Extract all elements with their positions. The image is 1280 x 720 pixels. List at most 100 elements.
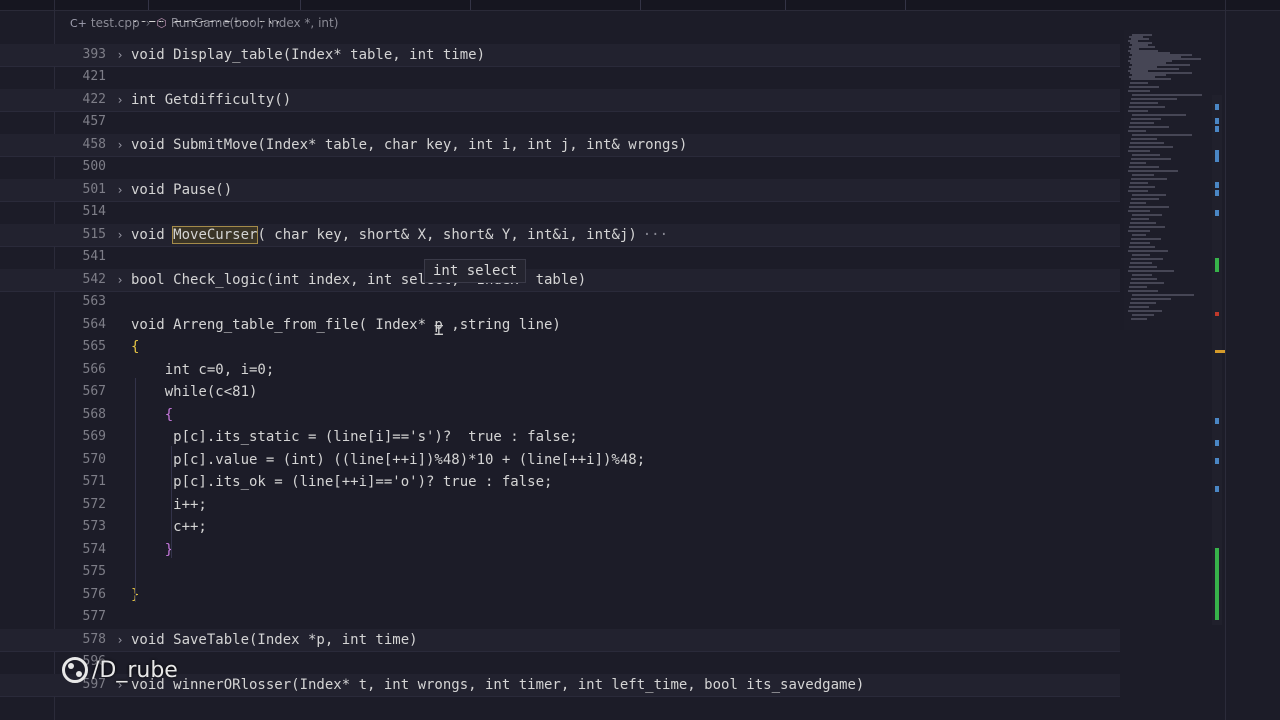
minimap-line	[1132, 94, 1202, 96]
code-text: while(c<81)	[131, 384, 258, 400]
line-number: 500	[82, 159, 106, 174]
scroll-change-marker	[1215, 548, 1219, 620]
highlighted-symbol: MoveCurser	[172, 225, 259, 244]
code-line[interactable]: 575	[0, 561, 1120, 583]
tab-separator	[640, 0, 641, 10]
minimap-line	[1130, 122, 1154, 124]
scroll-marker	[1215, 190, 1219, 196]
minimap-line	[1132, 114, 1186, 116]
minimap-line	[1131, 158, 1171, 160]
line-number: 565	[82, 339, 106, 354]
scroll-marker	[1215, 440, 1219, 446]
scroll-marker	[1215, 126, 1219, 132]
line-number: 576	[82, 586, 106, 602]
line-number: 541	[82, 249, 106, 264]
code-text: c++;	[131, 519, 207, 535]
code-line[interactable]: 565 {	[0, 336, 1120, 358]
code-text: int Getdifficulty()	[131, 91, 292, 108]
code-line[interactable]: 564 void Arreng_table_from_file( Index* p…	[0, 314, 1120, 336]
code-editor[interactable]: 392 void LeaderBoard() 393 › void Display_ta…	[0, 21, 1120, 720]
code-line[interactable]: 573 c++;	[0, 516, 1120, 538]
code-line[interactable]: 501 › void Pause()	[0, 178, 1120, 202]
code-line[interactable]: 421	[0, 66, 1120, 88]
chevron-right-icon[interactable]: ›	[114, 89, 126, 111]
code-text: p[c].value = (int) ((line[++i])%48)*10 +…	[131, 451, 646, 468]
code-line[interactable]: 570 p[c].value = (int) ((line[++i])%48)*…	[0, 449, 1120, 471]
minimap-line	[1131, 238, 1161, 240]
minimap-line	[1128, 230, 1150, 232]
chevron-right-icon[interactable]: ›	[114, 629, 126, 651]
chevron-right-icon[interactable]: ›	[114, 134, 126, 156]
tab-separator	[785, 0, 786, 10]
code-line[interactable]: 422 › int Getdifficulty()	[0, 88, 1120, 112]
code-line[interactable]: 571 p[c].its_ok = (line[++i]=='o')? true…	[0, 471, 1120, 493]
minimap-line	[1132, 234, 1146, 236]
folded-ellipsis[interactable]: ···	[643, 227, 668, 243]
code-text: void winnerORlosser(Index* t, int wrongs…	[131, 676, 865, 693]
minimap-line	[1131, 98, 1177, 100]
minimap-line	[1130, 182, 1148, 184]
chevron-right-icon[interactable]: ›	[114, 224, 126, 246]
scroll-change-marker	[1215, 258, 1219, 272]
code-line[interactable]: 572 i++;	[0, 494, 1120, 516]
minimap-line	[1129, 306, 1149, 308]
code-line[interactable]: 569 p[c].its_static = (line[i]=='s')? tr…	[0, 426, 1120, 448]
minimap-line	[1129, 286, 1147, 288]
code-line[interactable]: 500	[0, 156, 1120, 178]
code-line[interactable]: 576}	[0, 584, 1120, 606]
minimap-line	[1129, 166, 1159, 168]
minimap-line	[1129, 226, 1165, 228]
minimap[interactable]	[1124, 30, 1220, 330]
scroll-marker	[1215, 104, 1219, 110]
minimap-line	[1128, 210, 1150, 212]
watermark: /D_rube	[62, 654, 178, 686]
chevron-right-icon[interactable]: ›	[114, 269, 126, 291]
line-number: 422	[82, 91, 106, 107]
minimap-line	[1132, 214, 1162, 216]
line-number: 458	[82, 136, 106, 152]
line-number: 393	[82, 46, 106, 62]
code-line[interactable]: 577	[0, 606, 1120, 628]
code-line[interactable]: 567 while(c<81)	[0, 381, 1120, 403]
code-line[interactable]: 515 › void MoveCurser( char key, short& X,…	[0, 223, 1120, 247]
code-text: void Arreng_table_from_file( Index* p ,s…	[131, 316, 561, 333]
code-text: }	[131, 541, 174, 558]
minimap-line	[1130, 202, 1146, 204]
code-line[interactable]: 574 }	[0, 539, 1120, 561]
minimap-line	[1132, 274, 1152, 276]
chevron-right-icon[interactable]: ›	[114, 44, 126, 66]
minimap-line	[1129, 146, 1173, 148]
line-number: 578	[82, 631, 106, 647]
code-line[interactable]: 458 › void SubmitMove(Index* table, char k…	[0, 133, 1120, 157]
scroll-marker	[1215, 118, 1219, 124]
code-line[interactable]: 542 › bool Check_logic(int index, int sele…	[0, 268, 1120, 292]
code-text: void MoveCurser( char key, short& X, sho…	[131, 225, 669, 244]
minimap-line	[1131, 178, 1167, 180]
code-line[interactable]: 393 › void Display_table(Index* table, int…	[0, 43, 1120, 67]
vertical-scrollbar[interactable]	[1212, 95, 1222, 625]
tab-separator	[148, 0, 149, 10]
minimap-line	[1130, 222, 1156, 224]
line-number: 567	[82, 384, 106, 399]
minimap-line	[1132, 134, 1192, 136]
code-line[interactable]: 514	[0, 201, 1120, 223]
code-text: void Display_table(Index* table, int tim…	[131, 46, 486, 63]
line-number: 574	[82, 541, 106, 557]
minimap-line	[1132, 314, 1154, 316]
code-line[interactable]: 568 {	[0, 404, 1120, 426]
minimap-line	[1129, 86, 1159, 88]
minimap-line	[1128, 170, 1178, 172]
scroll-warning-marker	[1215, 350, 1225, 353]
minimap-line	[1131, 278, 1157, 280]
code-line[interactable]: 541	[0, 246, 1120, 268]
minimap-line	[1131, 78, 1171, 80]
chevron-right-icon[interactable]: ›	[114, 179, 126, 201]
minimap-line	[1131, 298, 1171, 300]
code-text: void Pause()	[131, 181, 233, 198]
code-line[interactable]: 457	[0, 111, 1120, 133]
code-line[interactable]: 578 › void SaveTable(Index *p, int time)	[0, 628, 1120, 652]
code-line[interactable]: 563	[0, 291, 1120, 313]
minimap-line	[1129, 106, 1165, 108]
minimap-line	[1130, 102, 1158, 104]
code-line[interactable]: 566 int c=0, i=0;	[0, 359, 1120, 381]
